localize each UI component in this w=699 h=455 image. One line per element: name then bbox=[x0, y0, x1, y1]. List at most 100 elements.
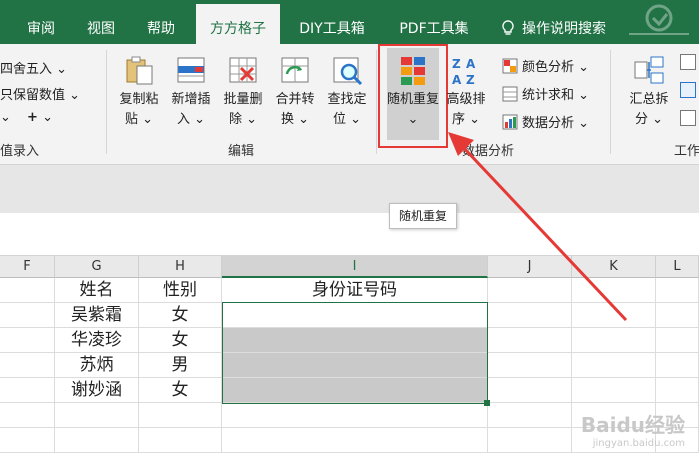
grid-cell[interactable] bbox=[0, 353, 55, 378]
grid-cell[interactable] bbox=[488, 278, 572, 303]
column-header-l[interactable]: L bbox=[656, 256, 699, 278]
link-icon[interactable] bbox=[680, 82, 696, 98]
svg-text:Z: Z bbox=[466, 73, 475, 86]
tab-pdf-tools[interactable]: PDF工具集 bbox=[388, 0, 480, 44]
grid-cell[interactable] bbox=[488, 378, 572, 403]
grid-cell[interactable] bbox=[0, 278, 55, 303]
header-gender[interactable]: 性别 bbox=[139, 278, 222, 303]
grid-cell[interactable] bbox=[656, 353, 699, 378]
ribbon-collapse-band bbox=[0, 165, 699, 213]
svg-text:Z: Z bbox=[452, 57, 461, 71]
cell-name[interactable]: 谢妙涵 bbox=[55, 378, 139, 403]
header-id-number[interactable]: 身份证号码 bbox=[222, 278, 488, 303]
chevron-down-icon: ⌄ bbox=[69, 88, 81, 103]
grid-cell[interactable] bbox=[488, 428, 572, 453]
data-analysis-button[interactable]: 数据分析 ⌄ bbox=[502, 112, 589, 131]
grid-cell[interactable] bbox=[55, 403, 139, 428]
tab-help[interactable]: 帮助 bbox=[132, 0, 190, 44]
grid-cell[interactable] bbox=[572, 278, 656, 303]
copy-paste-button[interactable]: 复制粘贴 ⌄ bbox=[114, 54, 164, 130]
tab-diy-toolbox[interactable]: DIY工具箱 bbox=[288, 0, 376, 44]
round-off-label: 四舍五入 bbox=[0, 62, 53, 77]
cell-gender[interactable]: 女 bbox=[139, 378, 222, 403]
grid-cell[interactable] bbox=[656, 303, 699, 328]
highlight-box bbox=[378, 44, 448, 148]
cell-name[interactable]: 华凌珍 bbox=[55, 328, 139, 353]
doc-icon[interactable] bbox=[680, 110, 696, 126]
color-analysis-button[interactable]: 颜色分析 ⌄ bbox=[502, 56, 589, 75]
column-header-i[interactable]: I bbox=[222, 256, 488, 278]
cell-gender[interactable]: 女 bbox=[139, 303, 222, 328]
column-header-h[interactable]: H bbox=[139, 256, 222, 278]
grid-cell[interactable] bbox=[572, 303, 656, 328]
group-label-edit: 编辑 bbox=[228, 144, 255, 159]
color-grid-icon bbox=[502, 58, 518, 74]
grid-cell[interactable] bbox=[55, 428, 139, 453]
grid-cell[interactable] bbox=[488, 328, 572, 353]
summary-split-button[interactable]: 汇总拆分 ⌄ bbox=[624, 54, 674, 130]
grid-cell[interactable] bbox=[0, 378, 55, 403]
insert-row-icon bbox=[175, 54, 207, 86]
tab-review[interactable]: 审阅 bbox=[12, 0, 70, 44]
stats-sum-button[interactable]: 统计求和 ⌄ bbox=[502, 84, 589, 103]
column-header-j[interactable]: J bbox=[488, 256, 572, 278]
batch-delete-button[interactable]: 批量删除 ⌄ bbox=[218, 54, 268, 130]
group-divider bbox=[376, 50, 377, 154]
grid-cell[interactable] bbox=[572, 353, 656, 378]
svg-text:A: A bbox=[452, 73, 462, 86]
merge-convert-icon bbox=[279, 54, 311, 86]
grid-cell[interactable] bbox=[222, 428, 488, 453]
grid-cell[interactable] bbox=[656, 278, 699, 303]
cell-gender[interactable]: 女 bbox=[139, 328, 222, 353]
advanced-sort-button[interactable]: Z A A Z 高级排序 ⌄ bbox=[441, 54, 491, 130]
cell-gender[interactable]: 男 bbox=[139, 353, 222, 378]
group-label-value-entry: 值录入 bbox=[0, 144, 40, 159]
grid-cell[interactable] bbox=[0, 328, 55, 353]
plus-icon: + bbox=[27, 110, 38, 125]
column-header-f[interactable]: F bbox=[0, 256, 55, 278]
group-label-work: 工作 bbox=[674, 144, 699, 159]
grid-cell[interactable] bbox=[656, 378, 699, 403]
merge-convert-button[interactable]: 合并转换 ⌄ bbox=[270, 54, 320, 130]
clipboard-icon bbox=[123, 54, 155, 86]
header-name[interactable]: 姓名 bbox=[55, 278, 139, 303]
grid-cell[interactable] bbox=[139, 403, 222, 428]
group-label-data-analysis: 数据分析 bbox=[462, 144, 515, 159]
cell-name[interactable]: 苏炳 bbox=[55, 353, 139, 378]
keep-values-button[interactable]: 只保留数值 ⌄ bbox=[0, 84, 80, 103]
grid-cell[interactable] bbox=[0, 303, 55, 328]
grid-cell[interactable] bbox=[488, 353, 572, 378]
grid-cell[interactable] bbox=[139, 428, 222, 453]
fill-handle[interactable] bbox=[484, 400, 490, 406]
formula-bar[interactable] bbox=[0, 213, 699, 256]
grid-cell[interactable] bbox=[572, 378, 656, 403]
watermark: Baidu经验 jingyan.baidu.com bbox=[581, 409, 685, 449]
grid-cell[interactable] bbox=[0, 403, 55, 428]
grid-cell[interactable] bbox=[488, 403, 572, 428]
add-insert-button[interactable]: 新增插入 ⌄ bbox=[166, 54, 216, 130]
grid-cell[interactable] bbox=[0, 428, 55, 453]
keep-values-label: 只保留数值 bbox=[0, 88, 66, 103]
find-locate-button[interactable]: 查找定位 ⌄ bbox=[322, 54, 372, 130]
add-insert-label: 新增插入 bbox=[171, 92, 211, 127]
sheet-icon[interactable] bbox=[680, 54, 696, 70]
batch-delete-label: 批量删除 bbox=[223, 92, 263, 127]
more-button[interactable]: ⌄ + ⌄ bbox=[0, 110, 53, 125]
grid-cell[interactable] bbox=[572, 328, 656, 353]
chevron-down-icon: ⌄ bbox=[56, 62, 68, 77]
tab-view[interactable]: 视图 bbox=[72, 0, 130, 44]
grid-cell[interactable] bbox=[222, 403, 488, 428]
delete-grid-icon bbox=[227, 54, 259, 86]
grid-cell[interactable] bbox=[488, 303, 572, 328]
merge-convert-label: 合并转换 bbox=[275, 92, 315, 127]
column-header-k[interactable]: K bbox=[572, 256, 656, 278]
tell-me-search[interactable]: 操作说明搜索 bbox=[500, 0, 606, 44]
advanced-sort-label: 高级排序 bbox=[446, 92, 486, 127]
random-repeat-tooltip: 随机重复 bbox=[389, 203, 457, 229]
column-header-g[interactable]: G bbox=[55, 256, 139, 278]
decorative-circuit-icon bbox=[629, 4, 689, 35]
round-off-button[interactable]: 四舍五入 ⌄ bbox=[0, 58, 67, 77]
ribbon-tab-bar: 审阅 视图 帮助 方方格子 DIY工具箱 PDF工具集 操作说明搜索 bbox=[0, 0, 699, 50]
grid-cell[interactable] bbox=[656, 328, 699, 353]
cell-name[interactable]: 吴紫霜 bbox=[55, 303, 139, 328]
